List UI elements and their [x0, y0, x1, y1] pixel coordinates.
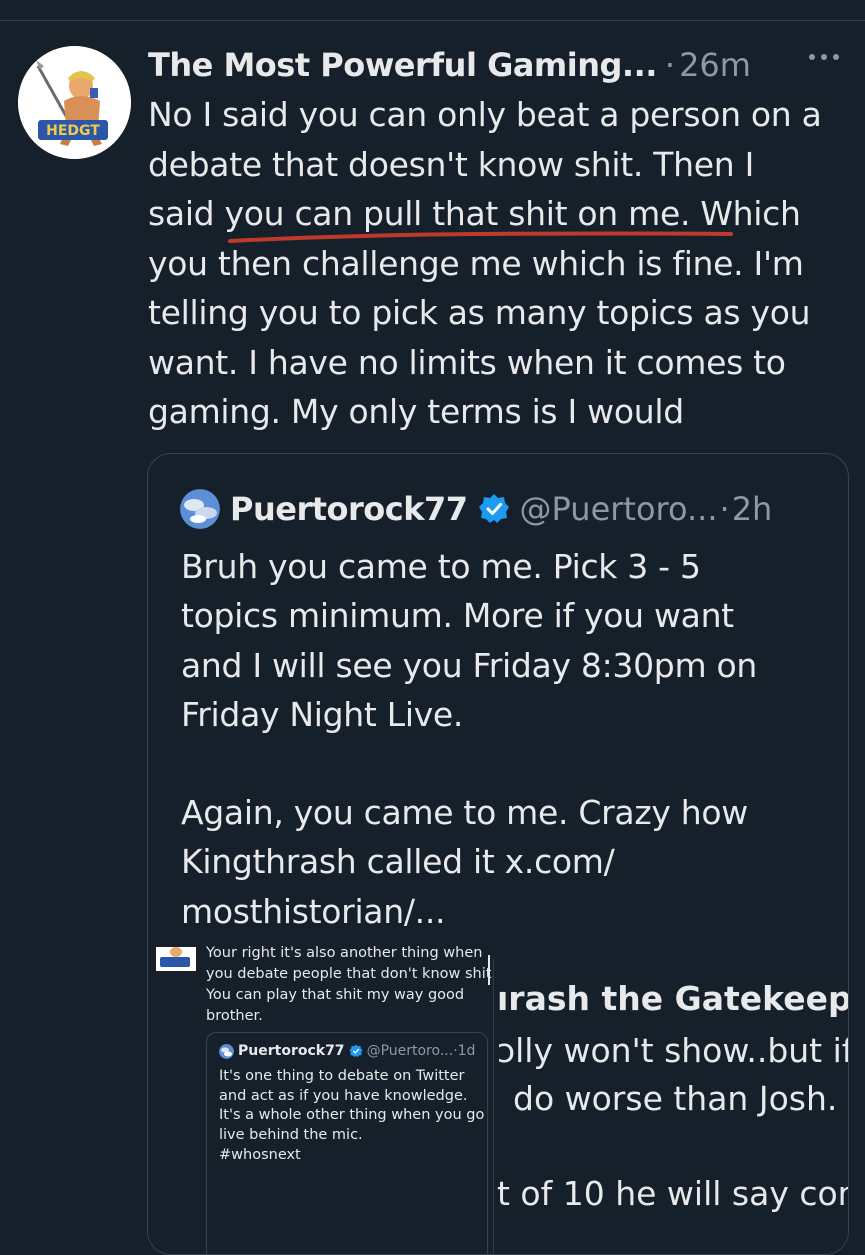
quote-line: Again, you came to me. Crazy how	[181, 793, 748, 833]
quote-author-name[interactable]: Puertorock77	[230, 490, 468, 528]
quote-time[interactable]: 2h	[732, 490, 773, 528]
screenshot-avatar	[156, 947, 196, 971]
quote-author-avatar[interactable]	[180, 489, 220, 529]
more-horizontal-icon[interactable]	[807, 52, 841, 62]
screenshot-inner-line: and act as if you have knowledge.	[219, 1087, 468, 1104]
quote-body: Bruh you came to me. Pick 3 - 5 topics m…	[181, 542, 841, 936]
post-body: No I said you can only beat a person on …	[148, 90, 848, 437]
screenshot-reply-line: Your right it's also another thing when	[206, 945, 483, 961]
quoted-post-card[interactable]: Puertorock77 @Puertoro... · 2h Bruh you …	[147, 453, 849, 1255]
screenshot-inner-line: It's a whole other thing when you go	[219, 1107, 485, 1123]
author-name[interactable]: The Most Powerful Gaming...	[148, 46, 657, 84]
screenshot-inner-line: live behind the mic.	[219, 1126, 363, 1143]
screenshot-right-line: t of 10 he will say con	[497, 1174, 849, 1213]
quote-line: Friday Night Live.	[181, 694, 464, 734]
quote-line: and I will see you Friday 8:30pm on	[181, 645, 757, 685]
author-avatar[interactable]: HEDGT	[18, 46, 131, 159]
quote-line: Bruh you came to me. Pick 3 - 5	[181, 547, 701, 586]
screenshot-inner-author: Puertorock77	[238, 1043, 345, 1059]
quote-line: topics minimum. More if you want	[181, 596, 734, 636]
quote-line	[181, 739, 841, 788]
screenshot-reply-line: You can play that shit my way good	[206, 987, 465, 1003]
screenshot-right-border	[493, 959, 494, 1254]
quote-separator: ·	[719, 490, 730, 528]
header-separator: ·	[664, 46, 676, 84]
avatar-badge-text: HEDGT	[46, 123, 100, 139]
screenshot-hashtag: #whosnext	[219, 1147, 301, 1163]
screenshot-inner-handle: @Puertoro...	[366, 1043, 454, 1059]
quote-line[interactable]: Kingthrash called it x.com/	[181, 837, 841, 886]
red-underline-annotation	[228, 231, 733, 243]
screenshot-inner-line: It's one thing to debate on Twitter	[219, 1068, 465, 1084]
verified-badge-icon	[349, 1044, 363, 1058]
screenshot-right-line: ɔlly won't show..but if	[497, 1031, 849, 1070]
post-time[interactable]: 26m	[679, 46, 751, 84]
screenshot-right-line: do worse than Josh.	[513, 1079, 838, 1118]
screenshot-reply-line: brother.	[206, 1008, 263, 1024]
screenshot-left-panel: Your right it's also another thing when …	[148, 945, 496, 1254]
quote-line[interactable]: mosthistorian/...	[181, 887, 841, 936]
post-line: No I said you can only beat a person on …	[148, 95, 822, 134]
attached-screenshot-image[interactable]: Your right it's also another thing when …	[148, 945, 849, 1254]
screenshot-inner-avatar	[219, 1043, 234, 1059]
quote-header: Puertorock77 @Puertoro... · 2h	[180, 484, 772, 534]
post-line: debate that doesn't know shit. Then I	[148, 144, 755, 184]
post-line: gaming. My only terms is I would	[148, 392, 684, 431]
screenshot-reply-text: Your right it's also another thing when …	[206, 943, 496, 1027]
screenshot-right-panel: ırash the Gatekeepe ɔlly won't show..but…	[493, 959, 849, 1254]
top-divider	[0, 20, 865, 21]
post-line: want. I have no limits when it comes to	[148, 342, 786, 382]
screenshot-right-title: ırash the Gatekeepe	[497, 979, 849, 1018]
quote-handle[interactable]: @Puertoro...	[520, 490, 718, 528]
screenshot-text-cursor	[488, 955, 490, 985]
screenshot-inner-text: It's one thing to debate on Twitter and …	[219, 1067, 484, 1145]
screenshot-inner-quote: Puertorock77 @Puertoro... · 1d It's one …	[206, 1032, 488, 1254]
verified-badge-icon	[478, 494, 509, 523]
screenshot-inner-time: 1d	[457, 1043, 476, 1059]
post-line: telling you to pick as many topics as yo…	[148, 293, 811, 332]
screenshot-inner-quote-header: Puertorock77 @Puertoro... · 1d	[219, 1043, 475, 1059]
post-header: The Most Powerful Gaming... · 26m	[148, 40, 841, 90]
screenshot-reply-line: you debate people that don't know shit.	[206, 966, 497, 982]
